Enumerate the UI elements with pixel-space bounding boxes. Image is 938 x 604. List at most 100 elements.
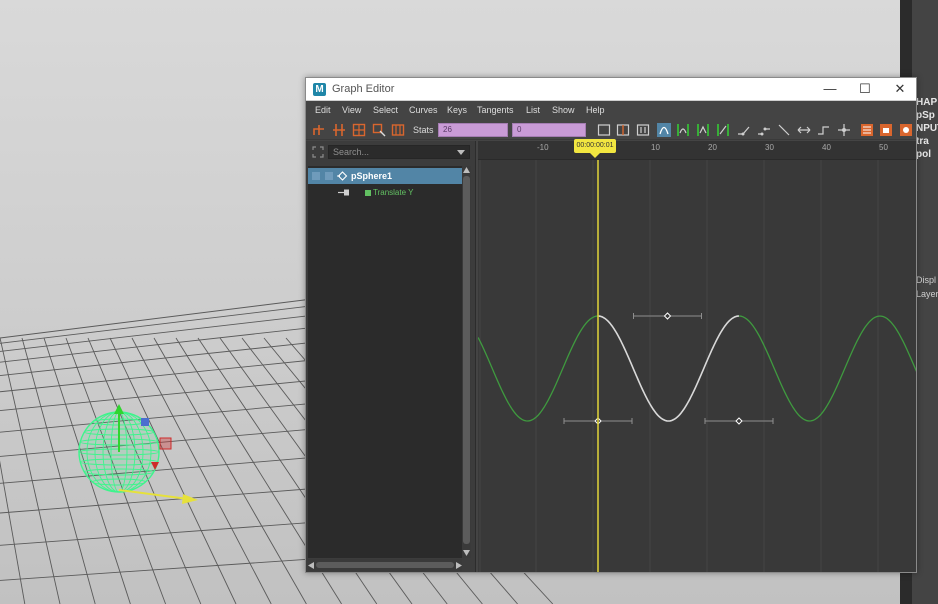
retime-tool-icon[interactable] (391, 123, 405, 137)
menu-show[interactable]: Show (552, 105, 575, 115)
menu-select[interactable]: Select (373, 105, 398, 115)
outliner-item-label: pSphere1 (351, 171, 393, 181)
move-keys-icon[interactable] (312, 123, 326, 137)
outliner-panel: Search... pSphere1 Translate Y (306, 141, 476, 572)
scroll-thumb[interactable] (316, 562, 454, 568)
menu-list[interactable]: List (526, 105, 540, 115)
scroll-up-icon[interactable] (463, 167, 470, 173)
minimize-button[interactable]: — (820, 80, 840, 98)
menu-tangents[interactable]: Tangents (477, 105, 514, 115)
grid-line (153, 337, 307, 604)
menu-bar: Edit View Select Curves Keys Tangents Li… (306, 102, 916, 119)
grid-line (0, 337, 61, 604)
grid-line (0, 402, 321, 433)
ruler-tick-label: 40 (822, 143, 831, 152)
region-tool-icon[interactable] (372, 123, 386, 137)
scroll-thumb[interactable] (463, 176, 470, 544)
stats-field-tangent[interactable]: 0 (512, 123, 586, 137)
window-title: Graph Editor (332, 83, 395, 95)
attr-line: HAP (916, 97, 938, 108)
ruler-tick-label: 10 (651, 143, 660, 152)
outliner-horizontal-scrollbar[interactable] (308, 559, 462, 571)
move-y-arrow (114, 404, 124, 414)
attr-line: tra (916, 136, 929, 147)
frame-all-icon[interactable] (597, 123, 611, 137)
lattice-deform-icon[interactable] (352, 123, 366, 137)
graph-editor-window[interactable]: M Graph Editor — ☐ ✕ Edit View Select Cu… (305, 77, 917, 573)
grid-line (0, 304, 321, 344)
menu-keys[interactable]: Keys (447, 105, 467, 115)
scroll-right-icon[interactable] (456, 562, 462, 569)
maya-logo-icon: M (313, 83, 326, 96)
menu-view[interactable]: View (342, 105, 361, 115)
grid-line (0, 460, 26, 604)
plane-handle (159, 437, 172, 450)
graph-view[interactable]: -10 0 10 20 30 40 50 00:00:00:01 (478, 139, 917, 573)
flat-tangent-icon[interactable] (737, 123, 751, 137)
grid-line (0, 358, 321, 393)
insert-keys-icon[interactable] (332, 123, 346, 137)
outliner-item-translate-y[interactable]: Translate Y (308, 185, 462, 200)
unify-tangents-icon[interactable] (837, 123, 851, 137)
grid-line (0, 521, 321, 546)
animation-curve-left (478, 315, 599, 422)
clamped-tangent-icon[interactable] (696, 123, 710, 137)
ruler-tick-label: 50 (879, 143, 888, 152)
attr-line: Displ (916, 275, 937, 285)
menu-curves[interactable]: Curves (409, 105, 438, 115)
visibility-icon[interactable] (311, 171, 321, 181)
plateau-tangent-icon[interactable] (777, 123, 791, 137)
search-input[interactable]: Search... (328, 145, 470, 159)
stats-field-value[interactable]: 26 (438, 123, 508, 137)
free-tangent-weight-icon[interactable] (860, 123, 874, 137)
axis-handle-blue (141, 418, 149, 426)
channel-color-swatch (365, 190, 371, 196)
maximize-button[interactable]: ☐ (855, 80, 875, 98)
curve-display-icon[interactable] (899, 123, 913, 137)
keyframe (663, 312, 672, 320)
lock-toggle-icon[interactable] (324, 171, 334, 181)
lock-weight-icon[interactable] (879, 123, 893, 137)
curve-canvas[interactable] (478, 141, 917, 573)
linear-tangent-icon[interactable] (716, 123, 730, 137)
animation-curve-right (738, 315, 916, 422)
keyframe (735, 417, 743, 425)
ruler-tick-label: 20 (708, 143, 717, 152)
close-button[interactable]: ✕ (890, 80, 910, 98)
animation-curve-selected (597, 315, 740, 422)
channel-key-icon (338, 189, 349, 196)
outliner-vertical-scrollbar[interactable] (462, 166, 471, 558)
toolbar: Stats 26 0 (306, 119, 916, 140)
attr-line: pSp (916, 110, 935, 121)
move-x-arrow (182, 494, 198, 504)
outliner-item-psphere1[interactable]: pSphere1 (308, 168, 462, 184)
outliner-tree[interactable]: pSphere1 Translate Y (308, 166, 462, 558)
current-time-marker[interactable]: 00:00:00:01 (574, 139, 616, 158)
grid-line (0, 557, 321, 581)
step-tangent-icon[interactable] (757, 123, 771, 137)
auto-tangent-icon[interactable] (657, 123, 671, 137)
ruler-tick-label: 30 (765, 143, 774, 152)
spline-tangent-icon[interactable] (676, 123, 690, 137)
menu-edit[interactable]: Edit (315, 105, 331, 115)
attr-line: NPUT (916, 123, 938, 134)
outliner-item-label: Translate Y (373, 188, 414, 197)
attr-line: pol (916, 149, 931, 160)
filter-icon[interactable] (312, 146, 324, 158)
center-current-time-icon[interactable] (636, 123, 650, 137)
break-tangents-icon[interactable] (817, 123, 831, 137)
grid-line (0, 341, 321, 377)
scroll-left-icon[interactable] (308, 562, 314, 569)
time-ruler[interactable]: -10 0 10 20 30 40 50 00:00:00:01 (478, 139, 916, 160)
transform-node-icon (337, 171, 348, 181)
grid-line (0, 456, 321, 484)
buffer-curve-icon[interactable] (797, 123, 811, 137)
attr-line: Layer (916, 289, 938, 299)
menu-help[interactable]: Help (586, 105, 605, 115)
title-bar[interactable]: M Graph Editor — ☐ ✕ (306, 78, 916, 101)
grid-line (0, 313, 321, 352)
scroll-down-icon[interactable] (463, 550, 470, 556)
ruler-tick-label: -10 (537, 143, 549, 152)
frame-playback-icon[interactable] (616, 123, 630, 137)
stats-label: Stats (413, 125, 434, 135)
